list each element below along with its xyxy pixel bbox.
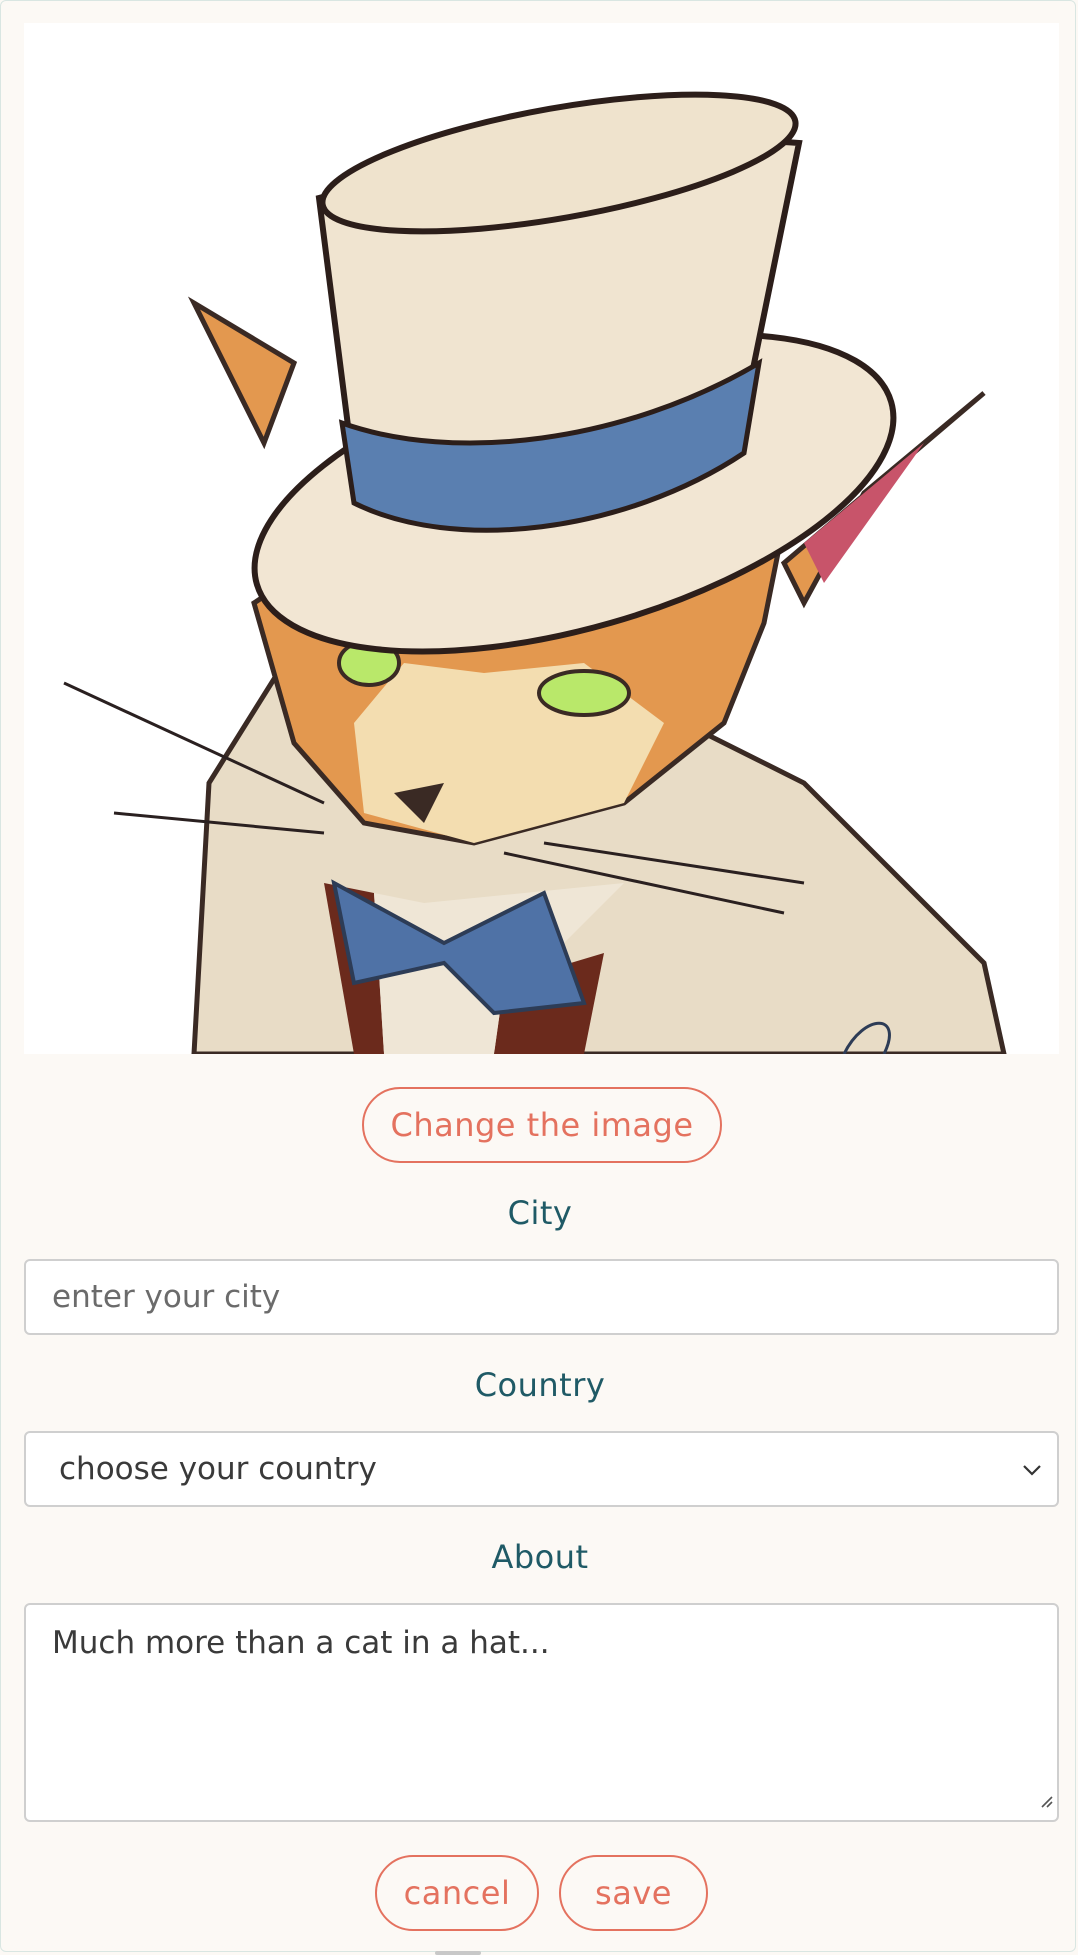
profile-image [24, 23, 1059, 1054]
resize-grip-icon[interactable] [1038, 1781, 1054, 1817]
country-selected-value: choose your country [59, 1451, 377, 1487]
city-field[interactable] [24, 1259, 1059, 1335]
cat-in-top-hat-illustration [63, 91, 1007, 1054]
edit-profile-card: Change the image City Country choose you… [0, 0, 1076, 1955]
about-text: Much more than a cat in a hat... [52, 1625, 550, 1661]
save-button[interactable]: save [559, 1855, 708, 1931]
about-textarea[interactable]: Much more than a cat in a hat... [24, 1603, 1059, 1822]
city-input[interactable] [26, 1261, 1057, 1333]
change-image-button[interactable]: Change the image [362, 1087, 722, 1163]
scroll-indicator [435, 1951, 481, 1955]
country-select[interactable]: choose your country [24, 1431, 1059, 1507]
cancel-button[interactable]: cancel [375, 1855, 539, 1931]
country-label: Country [474, 1366, 606, 1404]
chevron-down-icon [1021, 1455, 1043, 1493]
about-label: About [491, 1538, 589, 1576]
city-label: City [507, 1194, 573, 1232]
